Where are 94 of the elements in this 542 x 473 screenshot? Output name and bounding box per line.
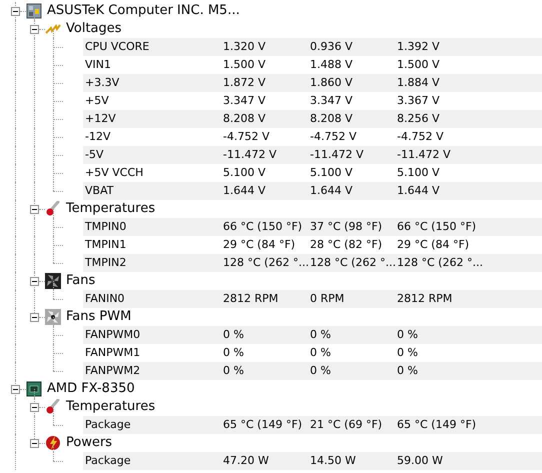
sensor-value: 1.644 V — [310, 182, 354, 199]
sensor-value: 65 °C (149 °F) — [223, 416, 304, 433]
sensor-value: 0 % — [397, 326, 419, 343]
collapse-toggle[interactable] — [11, 6, 20, 16]
sensor-value: 28 °C (82 °F) — [310, 236, 384, 253]
sensor-value: 0 RPM — [310, 290, 346, 307]
sensor-value: -11.472 V — [310, 146, 364, 163]
sensor-value: 0 % — [223, 344, 245, 361]
sensor-value: 5.100 V — [397, 164, 441, 181]
sensor-name: TMPIN2 — [84, 254, 128, 271]
sensor-name: Package — [84, 416, 132, 433]
sensor-value: 8.208 V — [223, 110, 267, 127]
group-name: Voltages — [66, 20, 122, 38]
sensor-value: 47.20 W — [223, 452, 270, 469]
sensor-value: 0 % — [397, 344, 419, 361]
sensor-value: 0 % — [310, 344, 332, 361]
sensor-name: FANPWM2 — [84, 362, 142, 379]
sensor-value: 1.320 V — [223, 38, 267, 55]
collapse-toggle[interactable] — [30, 402, 39, 412]
sensor-name: +5V — [84, 92, 110, 109]
collapse-toggle[interactable] — [11, 384, 20, 394]
sensor-value: 128 °C (262 °... — [310, 254, 397, 271]
sensor-name: TMPIN0 — [84, 218, 128, 235]
sensor-name: FANPWM1 — [84, 344, 142, 361]
collapse-toggle[interactable] — [30, 438, 39, 448]
sensor-value: 8.208 V — [310, 110, 354, 127]
sensor-value: 21 °C (69 °F) — [310, 416, 384, 433]
sensor-value: 1.644 V — [397, 182, 441, 199]
sensor-value: 1.860 V — [310, 74, 354, 91]
sensor-value: 0.936 V — [310, 38, 354, 55]
sensor-value: 3.347 V — [223, 92, 267, 109]
sensor-value: 0 % — [223, 362, 245, 379]
sensor-name: FANPWM0 — [84, 326, 142, 343]
collapse-toggle[interactable] — [30, 204, 39, 214]
group-name: Temperatures — [66, 398, 156, 416]
sensor-value: 128 °C (262 °... — [397, 254, 484, 271]
sensor-value: 3.367 V — [397, 92, 441, 109]
sensor-name: CPU VCORE — [84, 38, 150, 55]
collapse-toggle[interactable] — [30, 24, 39, 34]
chip-icon — [26, 381, 42, 397]
sensor-value: 0 % — [310, 362, 332, 379]
sensor-value: 5.100 V — [223, 164, 267, 181]
sensor-value: 3.347 V — [310, 92, 354, 109]
sensor-name: FANIN0 — [84, 290, 126, 307]
sensor-name: +12V — [84, 110, 117, 127]
sensor-name: +3.3V — [84, 74, 120, 91]
sensor-name: VBAT — [84, 182, 114, 199]
sensor-name: VIN1 — [84, 56, 112, 73]
sensor-name: -5V — [84, 146, 104, 163]
sensor-value: 66 °C (150 °F) — [397, 218, 478, 235]
sensor-value: 59.00 W — [397, 452, 444, 469]
sensor-value: -11.472 V — [397, 146, 452, 163]
thermometer-icon — [45, 399, 61, 415]
sensor-name: +5V VCCH — [84, 164, 144, 181]
collapse-toggle[interactable] — [30, 276, 39, 286]
sensor-value: 1.644 V — [223, 182, 267, 199]
sensor-value: 1.884 V — [397, 74, 441, 91]
sensor-value: 66 °C (150 °F) — [223, 218, 304, 235]
sensor-value: 37 °C (98 °F) — [310, 218, 384, 235]
group-name: Fans PWM — [66, 308, 132, 326]
sensor-value: 1.500 V — [223, 56, 267, 73]
sensor-value: 8.256 V — [397, 110, 441, 127]
motherboard-icon — [26, 3, 42, 19]
sensor-value: 29 °C (84 °F) — [397, 236, 470, 253]
power-icon — [45, 435, 61, 451]
sensor-value: 1.500 V — [397, 56, 441, 73]
sensor-value: 1.392 V — [397, 38, 441, 55]
sensor-value: 0 % — [223, 326, 245, 343]
sensor-value: 29 °C (84 °F) — [223, 236, 296, 253]
sensor-value: 0 % — [310, 326, 332, 343]
sensor-value: 14.50 W — [310, 452, 357, 469]
sensor-value: 0 % — [397, 362, 419, 379]
sensor-value: 2812 RPM — [397, 290, 454, 307]
device-name: AMD FX-8350 — [47, 380, 135, 398]
thermometer-icon — [45, 201, 61, 217]
group-name: Fans — [66, 272, 96, 290]
collapse-toggle[interactable] — [30, 312, 39, 322]
sensor-value: -4.752 V — [310, 128, 358, 145]
sensor-value: 128 °C (262 °... — [223, 254, 310, 271]
sensor-value: 65 °C (149 °F) — [397, 416, 478, 433]
sensor-value: 1.488 V — [310, 56, 354, 73]
device-name: ASUSTeK Computer INC. M5... — [47, 2, 240, 20]
sensor-name: Package — [84, 452, 132, 469]
fan-icon — [45, 273, 61, 289]
sensor-value: 2812 RPM — [223, 290, 280, 307]
group-name: Temperatures — [66, 200, 156, 218]
sensor-value: -11.472 V — [223, 146, 278, 163]
sensor-value: 1.872 V — [223, 74, 267, 91]
sensor-name: -12V — [84, 128, 112, 145]
sensor-value: -4.752 V — [397, 128, 444, 145]
sensor-value: -4.752 V — [223, 128, 270, 145]
sensor-name: TMPIN1 — [84, 236, 128, 253]
sensor-value: 5.100 V — [310, 164, 354, 181]
group-name: Powers — [66, 434, 112, 452]
